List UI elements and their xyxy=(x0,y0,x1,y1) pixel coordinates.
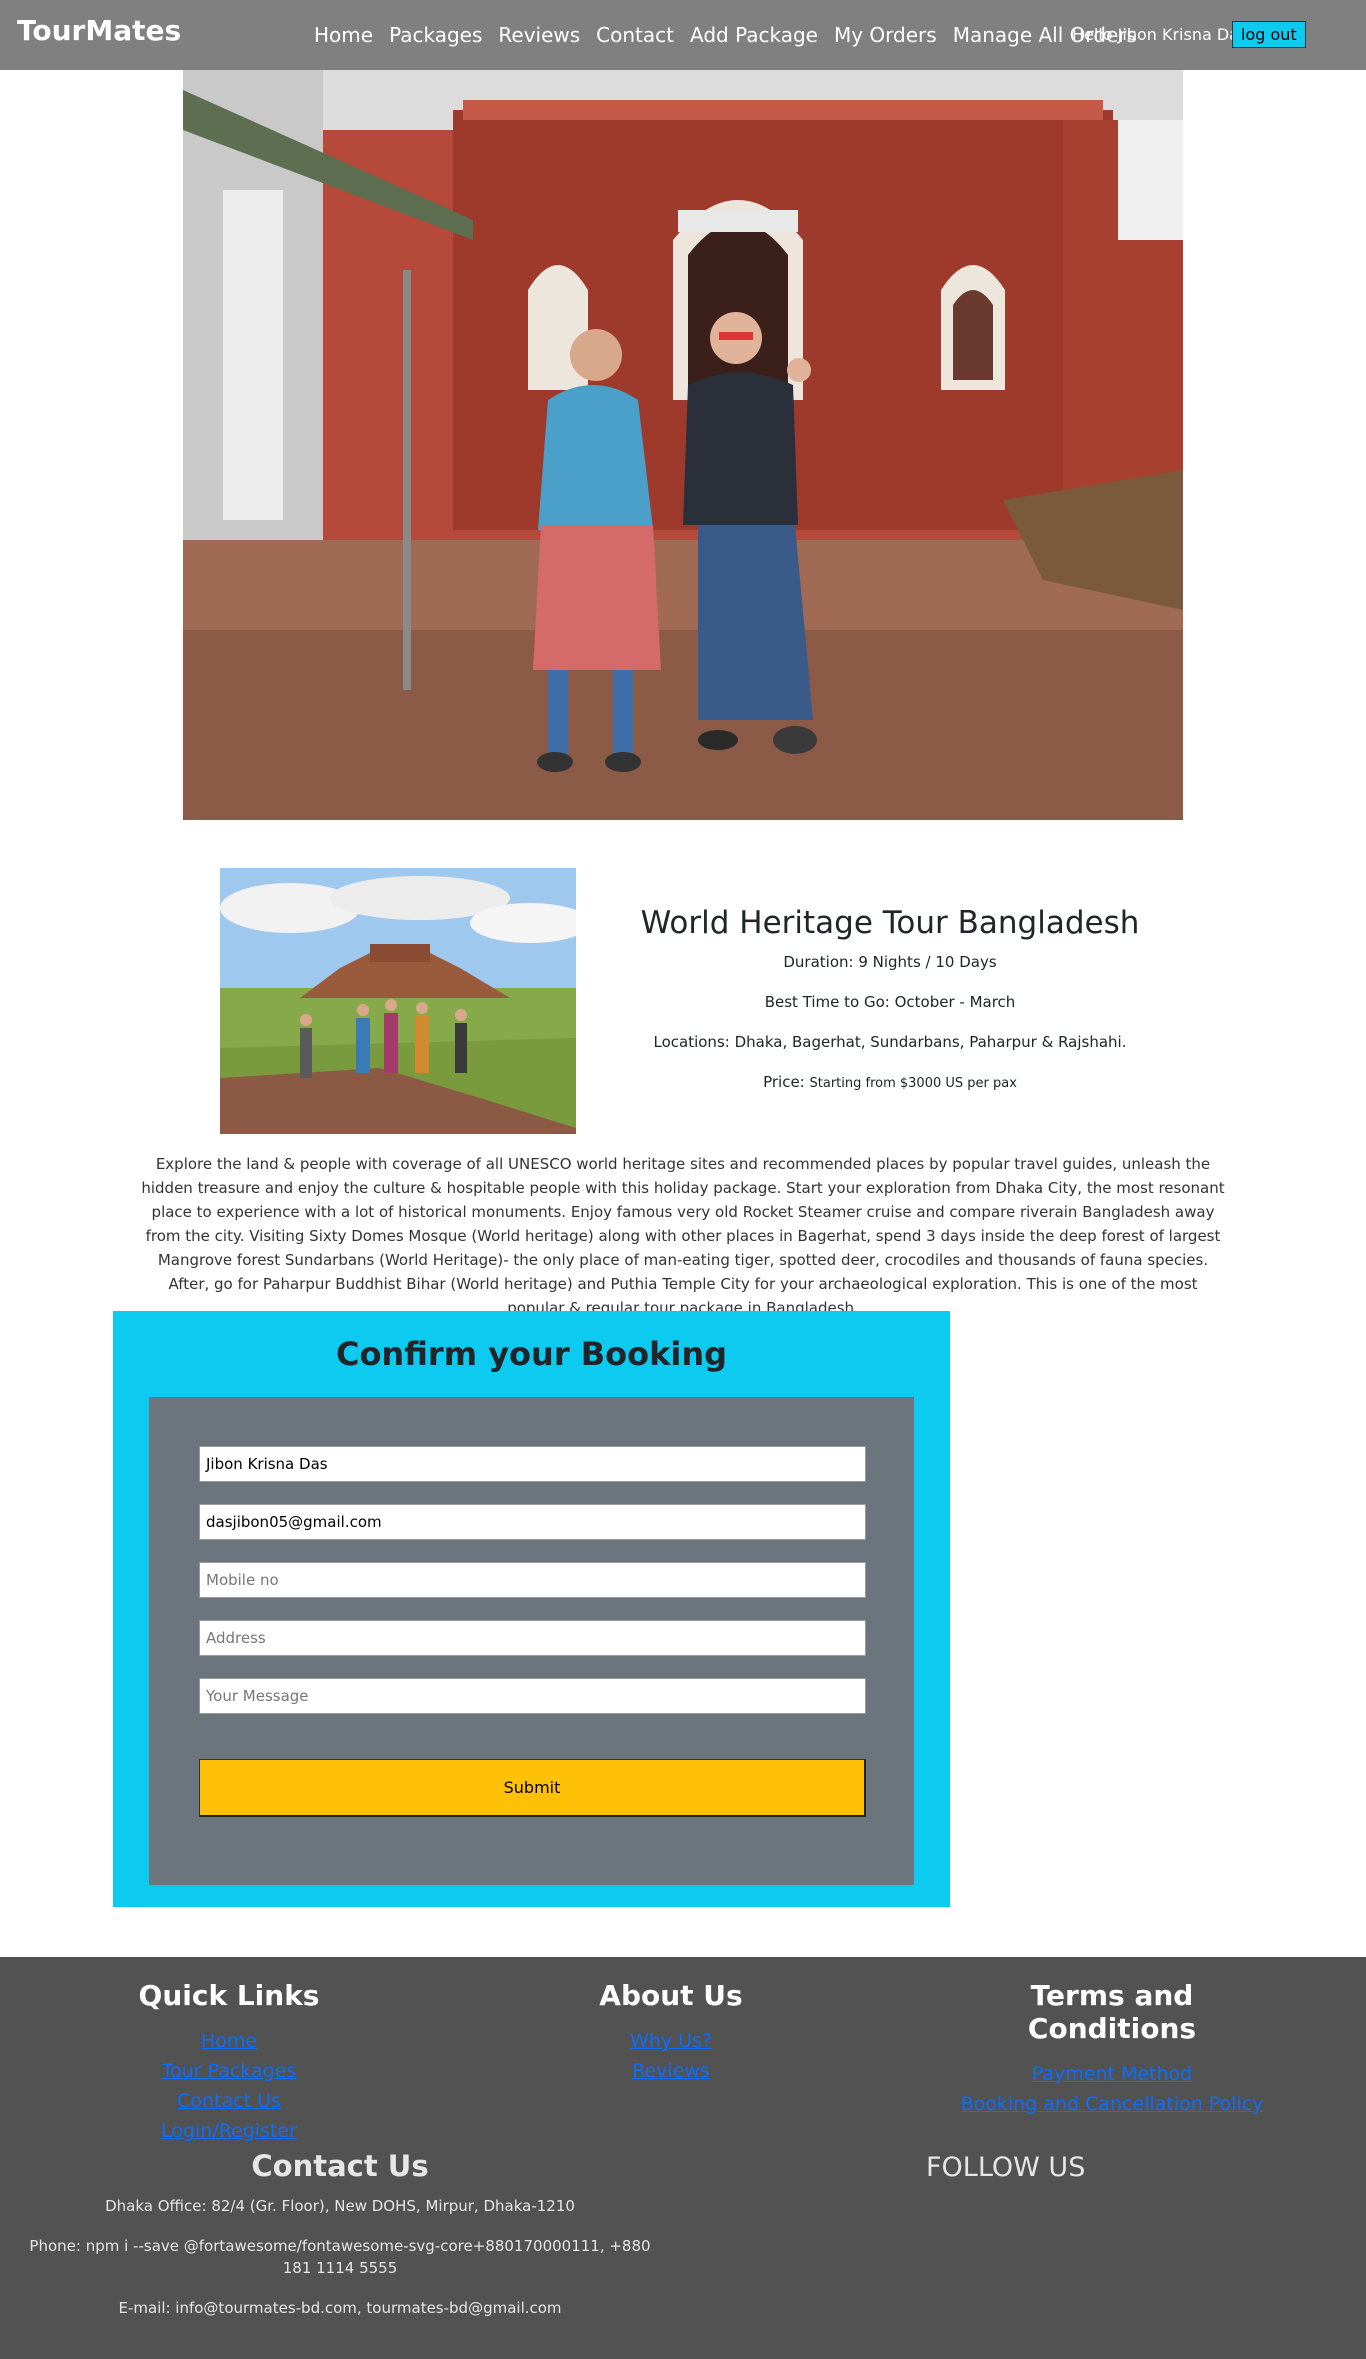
footer-link-why-us[interactable]: Why Us? xyxy=(571,2026,771,2056)
nav-home[interactable]: Home xyxy=(314,23,373,47)
nav-reviews[interactable]: Reviews xyxy=(498,23,580,47)
nav-my-orders[interactable]: My Orders xyxy=(834,23,937,47)
contact-title: Contact Us xyxy=(251,2149,429,2183)
package-price: Price: Starting from $3000 US per pax xyxy=(590,1073,1190,1091)
price-label: Price: xyxy=(763,1073,805,1091)
name-input[interactable]: Jibon Krisna Das xyxy=(199,1446,866,1482)
booking-section: Confirm your Booking Jibon Krisna Das da… xyxy=(113,1311,950,1907)
message-input[interactable]: Your Message xyxy=(199,1678,866,1714)
package-locations: Locations: Dhaka, Bagerhat, Sundarbans, … xyxy=(653,1033,1127,1051)
address-input-placeholder: Address xyxy=(206,1629,266,1647)
footer-link-booking-policy[interactable]: Booking and Cancellation Policy xyxy=(942,2089,1282,2119)
mobile-input[interactable]: Mobile no xyxy=(199,1562,866,1598)
footer-contact: Contact Us Dhaka Office: 82/4 (Gr. Floor… xyxy=(20,2149,660,2337)
nav-contact[interactable]: Contact xyxy=(596,23,674,47)
footer-terms: Terms and Conditions Payment Method Book… xyxy=(942,1979,1282,2119)
logout-button[interactable]: log out xyxy=(1232,21,1306,48)
booking-title: Confirm your Booking xyxy=(335,1335,728,1373)
contact-office: Dhaka Office: 82/4 (Gr. Floor), New DOHS… xyxy=(105,2197,575,2215)
brand-logo[interactable]: TourMates xyxy=(17,14,181,47)
footer: Quick Links Home Tour Packages Contact U… xyxy=(0,1957,1366,2359)
nav-packages[interactable]: Packages xyxy=(389,23,482,47)
mobile-input-placeholder: Mobile no xyxy=(206,1571,279,1589)
contact-phone: Phone: npm i --save @fortawesome/fontawe… xyxy=(29,2237,651,2277)
email-input-value: dasjibon05@gmail.com xyxy=(206,1513,382,1531)
nav-links: Home Packages Reviews Contact Add Packag… xyxy=(314,23,1153,47)
package-title: World Heritage Tour Bangladesh xyxy=(640,905,1140,941)
contact-email: E-mail: info@tourmates-bd.com, tourmates… xyxy=(118,2299,562,2317)
package-image xyxy=(220,868,576,1134)
price-value: Starting from $3000 US per pax xyxy=(809,1076,1017,1091)
address-input[interactable]: Address xyxy=(199,1620,866,1656)
booking-form: Jibon Krisna Das dasjibon05@gmail.com Mo… xyxy=(149,1397,914,1885)
about-title: About Us xyxy=(599,1979,743,2012)
footer-link-home[interactable]: Home xyxy=(129,2026,329,2056)
quick-links-title: Quick Links xyxy=(138,1979,320,2012)
footer-link-tour-packages[interactable]: Tour Packages xyxy=(129,2056,329,2086)
top-navbar: TourMates Home Packages Reviews Contact … xyxy=(0,0,1366,70)
submit-button[interactable]: Submit xyxy=(199,1759,866,1817)
message-input-placeholder: Your Message xyxy=(206,1687,309,1705)
follow-us-heading: FOLLOW US xyxy=(926,2152,1086,2183)
footer-link-payment-method[interactable]: Payment Method xyxy=(942,2059,1282,2089)
hero-image xyxy=(183,70,1183,820)
nav-add-package[interactable]: Add Package xyxy=(690,23,818,47)
package-best-time: Best Time to Go: October - March xyxy=(764,993,1016,1011)
name-input-value: Jibon Krisna Das xyxy=(206,1455,328,1473)
footer-link-contact-us[interactable]: Contact Us xyxy=(129,2086,329,2116)
email-input[interactable]: dasjibon05@gmail.com xyxy=(199,1504,866,1540)
footer-quick-links: Quick Links Home Tour Packages Contact U… xyxy=(129,1979,329,2146)
terms-title: Terms and Conditions xyxy=(1027,1979,1197,2045)
package-duration: Duration: 9 Nights / 10 Days xyxy=(783,953,997,971)
footer-link-reviews[interactable]: Reviews xyxy=(571,2056,771,2086)
package-info: World Heritage Tour Bangladesh Duration:… xyxy=(590,905,1190,1113)
package-description: Explore the land & people with coverage … xyxy=(141,1155,1225,1317)
user-greeting: Hello Jibon Krisna Das xyxy=(1072,25,1248,44)
footer-link-login-register[interactable]: Login/Register xyxy=(129,2116,329,2146)
footer-about: About Us Why Us? Reviews xyxy=(571,1979,771,2086)
